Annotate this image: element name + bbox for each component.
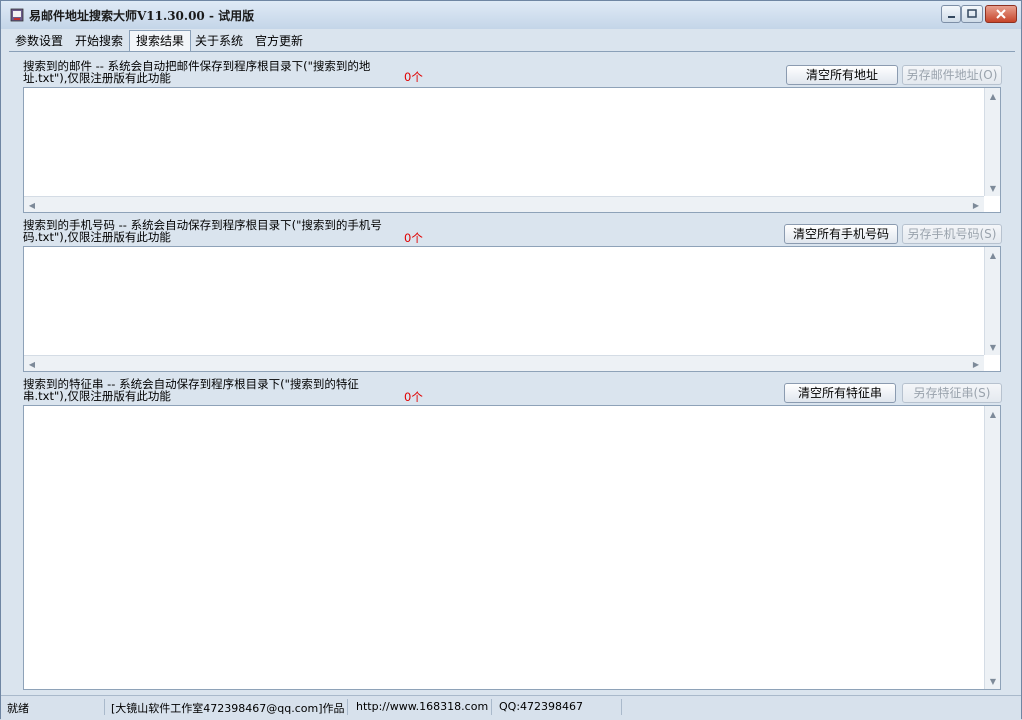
status-separator	[621, 699, 622, 715]
tab-settings[interactable]: 参数设置	[9, 32, 69, 51]
email-horizontal-scrollbar[interactable]: ◀ ▶	[24, 196, 984, 212]
phone-results-textarea[interactable]: ▲ ▼ ◀ ▶	[23, 246, 1001, 372]
clear-emails-button[interactable]: 清空所有地址	[786, 65, 898, 85]
scroll-left-icon[interactable]: ◀	[24, 197, 40, 213]
tab-bar: 参数设置 开始搜索 搜索结果 关于系统 官方更新	[9, 30, 1015, 52]
scroll-down-icon[interactable]: ▼	[985, 673, 1001, 689]
scroll-up-icon[interactable]: ▲	[985, 247, 1001, 263]
feature-count: 0个	[404, 390, 423, 404]
tab-search-results[interactable]: 搜索结果	[129, 30, 192, 51]
status-website[interactable]: http://www.168318.com	[356, 700, 488, 713]
feature-results-textarea[interactable]: ▲ ▼	[23, 405, 1001, 690]
status-separator	[104, 699, 105, 715]
tab-about[interactable]: 关于系统	[189, 32, 249, 51]
app-icon	[10, 8, 24, 22]
phone-horizontal-scrollbar[interactable]: ◀ ▶	[24, 355, 984, 371]
clear-features-button[interactable]: 清空所有特征串	[784, 383, 896, 403]
main-window: 易邮件地址搜索大师V11.30.00 - 试用版 参数设置 开始搜索 搜索结果 …	[0, 0, 1022, 720]
email-vertical-scrollbar[interactable]: ▲ ▼	[984, 88, 1000, 196]
scroll-left-icon[interactable]: ◀	[24, 356, 40, 372]
close-button[interactable]	[985, 5, 1017, 23]
phone-results-section: 搜索到的手机号码 -- 系统会自动保存到程序根目录下("搜索到的手机号码.txt…	[9, 215, 1015, 372]
feature-vertical-scrollbar[interactable]: ▲ ▼	[984, 406, 1000, 689]
tab-start-search[interactable]: 开始搜索	[69, 32, 129, 51]
status-separator	[491, 699, 492, 715]
phone-count: 0个	[404, 231, 423, 245]
phone-vertical-scrollbar[interactable]: ▲ ▼	[984, 247, 1000, 355]
save-emails-button[interactable]: 另存邮件地址(O)	[902, 65, 1002, 85]
status-author: [大镜山软件工作室472398467@qq.com]作品	[111, 702, 345, 715]
email-section-label: 搜索到的邮件 -- 系统会自动把邮件保存到程序根目录下("搜索到的地址.txt"…	[23, 59, 371, 85]
email-results-section: 搜索到的邮件 -- 系统会自动把邮件保存到程序根目录下("搜索到的地址.txt"…	[9, 56, 1015, 213]
status-text: 就绪	[7, 702, 29, 715]
status-bar: 就绪 [大镜山软件工作室472398467@qq.com]作品 http://w…	[1, 695, 1021, 720]
maximize-icon	[967, 9, 977, 18]
scroll-up-icon[interactable]: ▲	[985, 406, 1001, 422]
scroll-down-icon[interactable]: ▼	[985, 339, 1001, 355]
save-phones-button[interactable]: 另存手机号码(S)	[902, 224, 1002, 244]
minimize-icon	[948, 16, 955, 18]
maximize-button[interactable]	[961, 5, 983, 23]
save-features-button[interactable]: 另存特征串(S)	[902, 383, 1002, 403]
clear-phones-button[interactable]: 清空所有手机号码	[784, 224, 898, 244]
phone-section-label: 搜索到的手机号码 -- 系统会自动保存到程序根目录下("搜索到的手机号码.txt…	[23, 218, 382, 244]
status-qq: QQ:472398467	[499, 700, 584, 713]
email-count: 0个	[404, 70, 423, 84]
title-bar[interactable]: 易邮件地址搜索大师V11.30.00 - 试用版	[1, 1, 1021, 29]
scroll-down-icon[interactable]: ▼	[985, 180, 1001, 196]
minimize-button[interactable]	[941, 5, 961, 23]
window-title: 易邮件地址搜索大师V11.30.00 - 试用版	[29, 9, 255, 23]
feature-section-label: 搜索到的特征串 -- 系统会自动保存到程序根目录下("搜索到的特征串.txt")…	[23, 377, 359, 403]
tab-official-update[interactable]: 官方更新	[249, 32, 309, 51]
email-results-textarea[interactable]: ▲ ▼ ◀ ▶	[23, 87, 1001, 213]
feature-results-section: 搜索到的特征串 -- 系统会自动保存到程序根目录下("搜索到的特征串.txt")…	[9, 374, 1015, 691]
status-separator	[347, 699, 348, 715]
scroll-right-icon[interactable]: ▶	[968, 197, 984, 213]
close-icon	[996, 9, 1006, 19]
scroll-up-icon[interactable]: ▲	[985, 88, 1001, 104]
scroll-right-icon[interactable]: ▶	[968, 356, 984, 372]
